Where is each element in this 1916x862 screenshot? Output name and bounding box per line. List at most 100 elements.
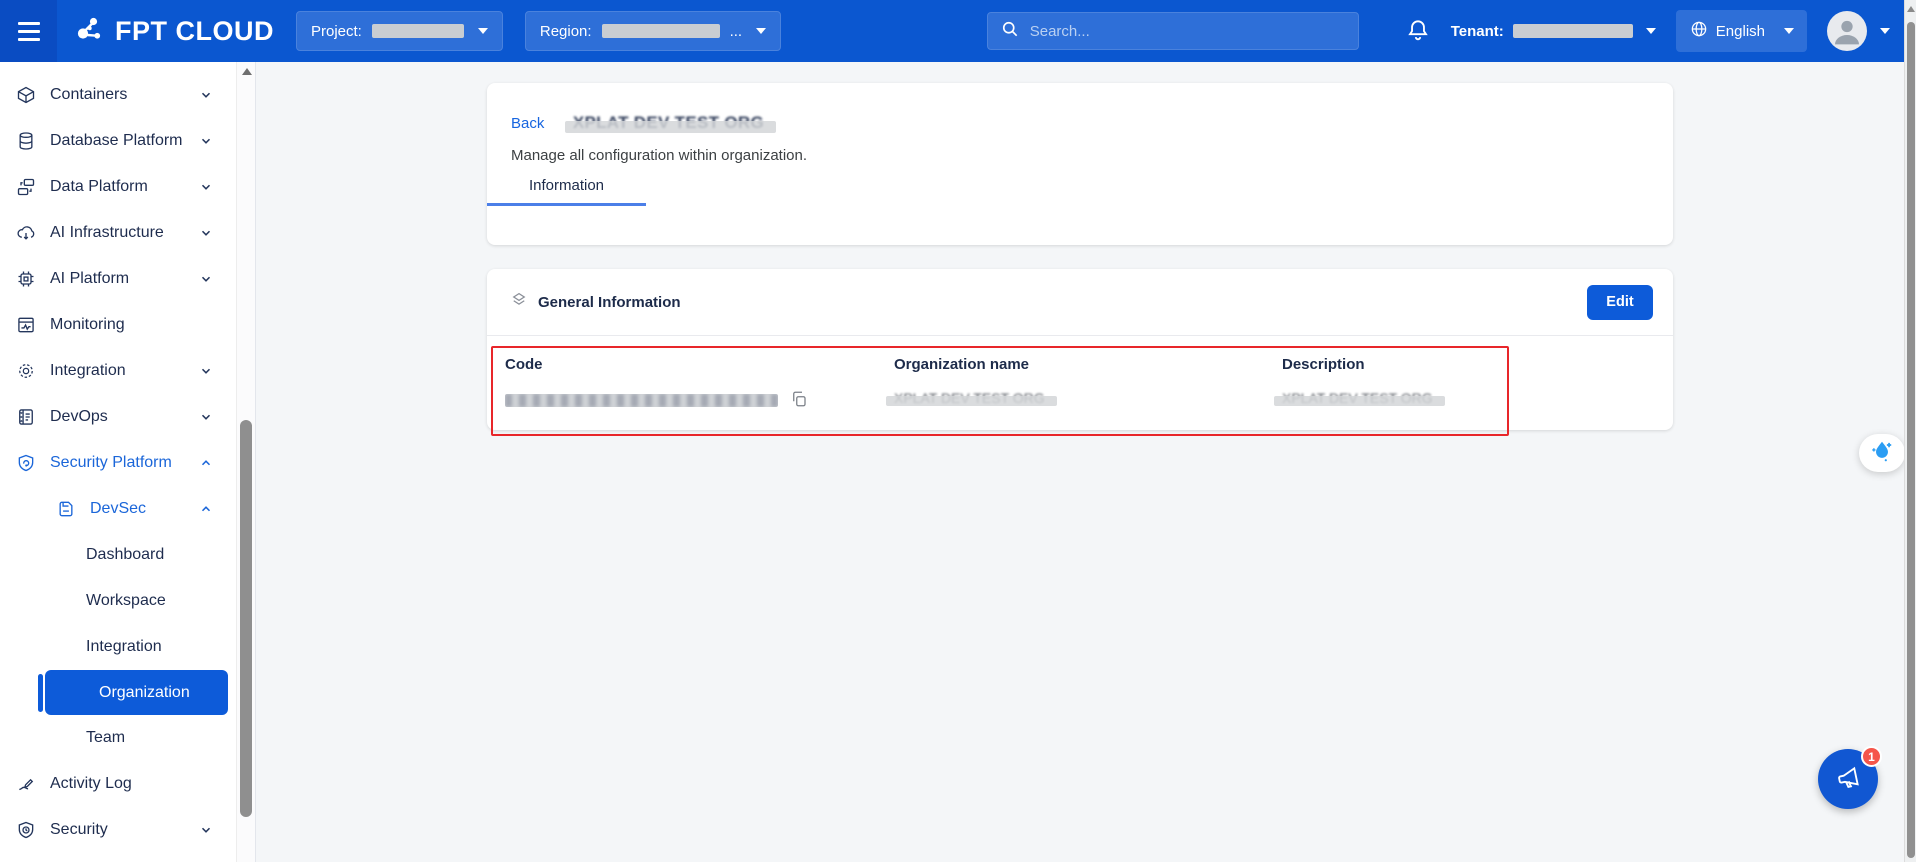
page-subtitle: Manage all configuration within organiza… xyxy=(511,147,1673,164)
menu-button[interactable] xyxy=(0,0,57,62)
back-link[interactable]: Back xyxy=(511,115,544,132)
sidebar-item-label: AI Infrastructure xyxy=(50,224,164,242)
search-input[interactable] xyxy=(1030,23,1346,40)
chevron-up-icon xyxy=(199,502,213,516)
search-icon xyxy=(1000,19,1020,44)
fpt-molecule-icon xyxy=(71,11,107,52)
chevron-down-icon xyxy=(199,180,213,194)
page-scrollbar-thumb[interactable] xyxy=(1907,22,1915,858)
sidebar-scrollbar-thumb[interactable] xyxy=(240,420,252,817)
page-scrollbar[interactable] xyxy=(1904,0,1916,862)
sidebar-item-dashboard[interactable]: Dashboard xyxy=(0,532,255,578)
sidebar-item-data-platform[interactable]: Data Platform xyxy=(0,164,255,210)
sidebar-item-label: Organization xyxy=(99,684,190,702)
field-label: Description xyxy=(1282,356,1433,373)
general-information-body: Code Organization name XPLAT DEV TEST OR… xyxy=(487,336,1673,430)
language-selector[interactable]: English xyxy=(1676,10,1807,52)
sidebar-item-label: Team xyxy=(86,729,125,747)
sidebar-item-label: AI Platform xyxy=(50,270,129,288)
sidebar-item-label: Security xyxy=(50,821,108,839)
field-code: Code xyxy=(505,356,808,411)
region-ellipsis: ... xyxy=(730,23,743,40)
chip-icon xyxy=(15,268,37,290)
package-icon xyxy=(15,84,37,106)
sidebar-item-security[interactable]: Security xyxy=(0,807,255,853)
tab-information[interactable]: Information xyxy=(487,177,646,206)
sidebar-item-activity-log[interactable]: Activity Log xyxy=(0,761,255,807)
tab-label: Information xyxy=(529,177,604,194)
field-organization-name: Organization name XPLAT DEV TEST ORG xyxy=(894,356,1045,406)
code-value-redacted xyxy=(505,394,778,407)
sidebar-item-label: Dashboard xyxy=(86,546,164,564)
language-label: English xyxy=(1716,23,1765,40)
sidebar-item-security-platform[interactable]: Security Platform xyxy=(0,440,255,486)
copy-button[interactable] xyxy=(790,390,808,411)
sidebar-item-database-platform[interactable]: Database Platform xyxy=(0,118,255,164)
brand-logo[interactable]: FPT CLOUD xyxy=(71,11,274,52)
description-value-redacted: XPLAT DEV TEST ORG xyxy=(1282,390,1433,406)
tenant-label: Tenant: xyxy=(1451,23,1504,40)
bell-icon xyxy=(1405,17,1431,46)
sidebar-item-organization[interactable]: Organization xyxy=(45,670,228,715)
chevron-down-icon xyxy=(199,823,213,837)
tenant-selector[interactable]: Tenant: xyxy=(1451,23,1656,40)
scroll-up-arrow-icon[interactable] xyxy=(1907,6,1915,12)
globe-icon xyxy=(1689,19,1709,43)
sidebar-item-ai-infrastructure[interactable]: AI Infrastructure xyxy=(0,210,255,256)
copy-icon xyxy=(790,390,808,411)
sidebar-scrollbar[interactable] xyxy=(236,62,255,862)
announcements-button[interactable]: 1 xyxy=(1818,749,1878,809)
sidebar-item-devops[interactable]: DevOps xyxy=(0,394,255,440)
sidebar-item-label: Monitoring xyxy=(50,316,125,334)
chevron-down-icon xyxy=(199,134,213,148)
general-information-card: General Information Edit Code Organizati… xyxy=(487,269,1673,430)
sidebar-item-label: DevOps xyxy=(50,408,108,426)
chevron-down-icon xyxy=(199,226,213,240)
sidebar-item-label: Activity Log xyxy=(50,775,132,793)
scroll-up-arrow-icon[interactable] xyxy=(242,68,252,75)
navbar-right-cluster: Tenant: English xyxy=(1405,10,1890,52)
account-menu[interactable] xyxy=(1827,11,1890,51)
organization-name-value-redacted: XPLAT DEV TEST ORG xyxy=(894,390,1045,406)
region-selector[interactable]: Region: ... xyxy=(525,11,781,51)
avatar xyxy=(1827,11,1867,51)
sidebar-item-integration-sub[interactable]: Integration xyxy=(0,624,255,670)
chevron-up-icon xyxy=(199,456,213,470)
organization-header-card: Back XPLAT DEV TEST ORG Manage all confi… xyxy=(487,83,1673,245)
sidebar-item-ai-platform[interactable]: AI Platform xyxy=(0,256,255,302)
shield-sync-icon xyxy=(15,452,37,474)
sidebar-item-label: Security Platform xyxy=(50,454,172,472)
page-title: XPLAT DEV TEST ORG xyxy=(573,113,764,133)
sidebar-item-label: Database Platform xyxy=(50,132,183,150)
storage-disk-icon xyxy=(55,498,77,520)
cloud-ai-icon xyxy=(15,222,37,244)
sidebar-item-devsec[interactable]: DevSec xyxy=(0,486,255,532)
sidebar-item-label: Workspace xyxy=(86,592,166,610)
notifications-button[interactable] xyxy=(1405,17,1431,46)
ai-assistant-button[interactable] xyxy=(1859,434,1905,472)
edit-button[interactable]: Edit xyxy=(1587,285,1653,320)
sidebar-item-workspace[interactable]: Workspace xyxy=(0,578,255,624)
water-drop-icon xyxy=(1869,438,1895,469)
caret-down-icon xyxy=(1784,28,1794,34)
sidebar-item-integration[interactable]: Integration xyxy=(0,348,255,394)
sidebar-item-team[interactable]: Team xyxy=(0,715,255,761)
region-label: Region: xyxy=(540,23,592,40)
sidebar-item-containers[interactable]: Containers xyxy=(0,72,255,118)
data-nodes-icon xyxy=(15,176,37,198)
caret-down-icon xyxy=(1880,28,1890,34)
project-label: Project: xyxy=(311,23,362,40)
shield-check-icon xyxy=(15,819,37,841)
project-selector[interactable]: Project: xyxy=(296,11,503,51)
tab-bar: Information xyxy=(487,177,1673,206)
megaphone-icon xyxy=(1833,763,1863,796)
sidebar-item-monitoring[interactable]: Monitoring xyxy=(0,302,255,348)
caret-down-icon xyxy=(756,28,766,34)
caret-down-icon xyxy=(478,28,488,34)
field-label: Code xyxy=(505,356,808,373)
general-information-header: General Information Edit xyxy=(487,269,1673,335)
field-label: Organization name xyxy=(894,356,1045,373)
monitor-chart-icon xyxy=(15,314,37,336)
sidebar-item-label: Integration xyxy=(86,638,162,656)
global-search[interactable] xyxy=(987,12,1359,50)
